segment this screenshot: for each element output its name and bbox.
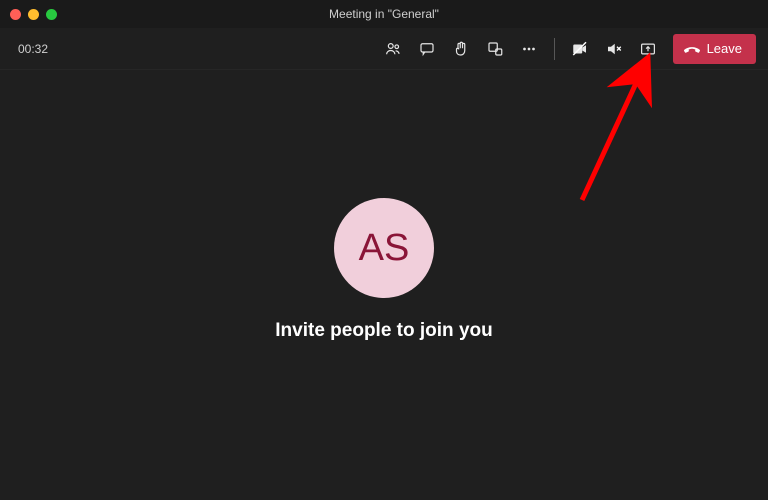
meeting-toolbar: 00:32 (0, 28, 768, 70)
share-screen-icon (639, 40, 657, 58)
more-actions-button[interactable] (512, 32, 546, 66)
breakout-rooms-button[interactable] (478, 32, 512, 66)
close-window-icon[interactable] (10, 9, 21, 20)
hangup-icon (683, 40, 701, 58)
invite-message: Invite people to join you (275, 320, 492, 342)
raise-hand-button[interactable] (444, 32, 478, 66)
meeting-stage: AS Invite people to join you (0, 70, 768, 500)
camera-toggle-button[interactable] (563, 32, 597, 66)
people-icon (384, 40, 402, 58)
toolbar-divider (554, 38, 555, 60)
share-screen-button[interactable] (631, 32, 665, 66)
participant-avatar: AS (334, 198, 434, 298)
chat-button[interactable] (410, 32, 444, 66)
leave-button[interactable]: Leave (673, 34, 756, 64)
people-button[interactable] (376, 32, 410, 66)
audio-off-icon (605, 40, 623, 58)
more-icon (520, 40, 538, 58)
breakout-rooms-icon (486, 40, 504, 58)
window-controls (0, 9, 57, 20)
chat-icon (418, 40, 436, 58)
fullscreen-window-icon[interactable] (46, 9, 57, 20)
leave-button-label: Leave (707, 41, 742, 56)
window-title: Meeting in "General" (0, 7, 768, 21)
meeting-timer: 00:32 (18, 42, 48, 56)
titlebar: Meeting in "General" (0, 0, 768, 28)
camera-off-icon (571, 40, 589, 58)
raise-hand-icon (452, 40, 470, 58)
audio-toggle-button[interactable] (597, 32, 631, 66)
avatar-initials: AS (359, 227, 410, 270)
minimize-window-icon[interactable] (28, 9, 39, 20)
